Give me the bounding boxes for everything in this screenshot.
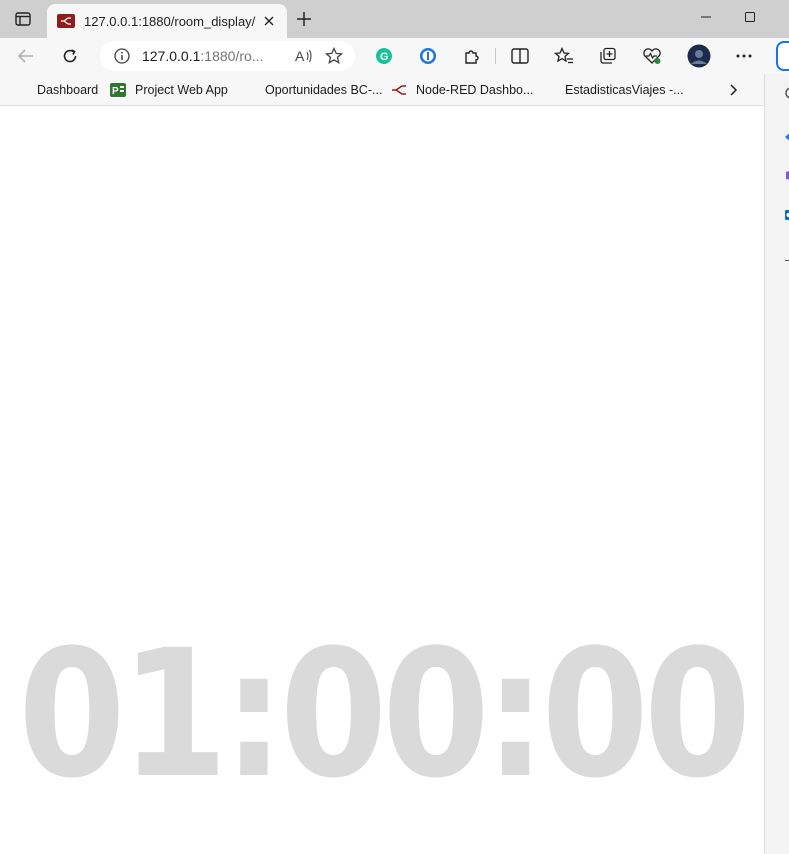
edge-sidebar (764, 74, 789, 854)
password-manager-icon (420, 48, 436, 64)
toolbar-divider (495, 48, 496, 64)
node-red-icon (391, 82, 407, 98)
new-tab-button[interactable] (292, 8, 316, 30)
bookmark-oportunidades[interactable]: Oportunidades BC-... (240, 80, 382, 100)
maximize-button[interactable] (728, 4, 772, 30)
address-bar[interactable]: 127.0.0.1:1880/ro... A (100, 41, 355, 71)
bookmark-label: Node-RED Dashbo... (416, 83, 534, 97)
more-options-icon (736, 54, 752, 58)
url-host: 127.0.0.1 (142, 48, 201, 64)
project-icon: P (110, 82, 126, 98)
sidebar-divider (785, 260, 789, 261)
favorites-button[interactable] (550, 42, 578, 70)
refresh-icon (63, 49, 77, 63)
collections-icon (600, 47, 616, 64)
read-aloud-icon[interactable]: A (293, 45, 315, 67)
more-bookmarks-button[interactable] (730, 80, 738, 100)
browser-toolbar: 127.0.0.1:1880/ro... A G (0, 38, 789, 74)
discover-icon[interactable] (782, 130, 789, 144)
split-screen-icon (511, 48, 529, 64)
node-red-favicon-icon (57, 14, 75, 28)
close-tab-icon[interactable] (261, 13, 277, 29)
tab-actions-icon (15, 12, 31, 26)
avatar (687, 44, 711, 68)
svg-text:P: P (112, 86, 119, 97)
settings-and-more-button[interactable] (730, 42, 758, 70)
outlook-icon[interactable] (782, 208, 789, 222)
svg-text:A: A (295, 48, 305, 64)
browser-essentials-button[interactable] (638, 42, 666, 70)
microsoft-logo-icon (540, 82, 556, 98)
bookmark-dashboard[interactable]: Dashboard (12, 80, 98, 100)
tab-title: 127.0.0.1:1880/room_display/ (84, 13, 256, 29)
grammarly-icon: G (376, 48, 392, 64)
split-screen-button[interactable] (506, 42, 534, 70)
site-info-icon[interactable] (114, 48, 130, 64)
bookmark-label: Project Web App (135, 83, 228, 97)
bookmark-label: EstadisticasViajes -... (565, 83, 684, 97)
search-icon[interactable] (782, 86, 789, 100)
bookmark-node-red-dashboard[interactable]: Node-RED Dashbo... (391, 80, 533, 100)
favorite-star-icon[interactable] (323, 45, 345, 67)
bookmark-project-web-app[interactable]: P Project Web App (110, 80, 228, 100)
minimize-icon (701, 16, 711, 18)
room-display-page: 01:00:00 (0, 107, 764, 854)
bookmark-estadisticas-viajes[interactable]: EstadisticasViajes -... (540, 80, 684, 100)
collections-button[interactable] (594, 42, 622, 70)
extensions-button[interactable] (458, 42, 486, 70)
grammarly-extension-button[interactable]: G (370, 42, 398, 70)
maximize-icon (745, 12, 755, 22)
microsoft-logo-icon (12, 82, 28, 98)
minimize-button[interactable] (684, 4, 728, 30)
browser-tab[interactable]: 127.0.0.1:1880/room_display/ (47, 4, 287, 38)
back-arrow-icon (18, 49, 33, 63)
favorites-list-icon (554, 47, 573, 64)
tab-strip: 127.0.0.1:1880/room_display/ (0, 0, 789, 38)
tools-icon[interactable] (782, 168, 789, 182)
bookmark-label: Dashboard (37, 83, 99, 97)
password-manager-extension-button[interactable] (414, 42, 442, 70)
svg-text:G: G (380, 51, 389, 63)
back-button[interactable] (12, 42, 40, 70)
puzzle-icon (465, 50, 479, 64)
address-url[interactable]: 127.0.0.1:1880/ro... (142, 48, 285, 64)
plus-icon (297, 12, 311, 26)
bookmarks-bar: Dashboard P Project Web App Oportunidade… (0, 74, 789, 106)
copilot-edge-button[interactable] (776, 41, 789, 71)
chevron-right-icon (730, 84, 738, 96)
profile-button[interactable] (685, 42, 713, 70)
refresh-button[interactable] (56, 42, 84, 70)
microsoft-logo-icon (240, 82, 256, 98)
bookmark-label: Oportunidades BC-... (265, 83, 383, 97)
tab-actions-button[interactable] (8, 8, 38, 30)
countdown-clock: 01:00:00 (18, 612, 752, 817)
url-path: :1880/ro... (200, 48, 264, 64)
heart-pulse-icon (643, 48, 661, 64)
